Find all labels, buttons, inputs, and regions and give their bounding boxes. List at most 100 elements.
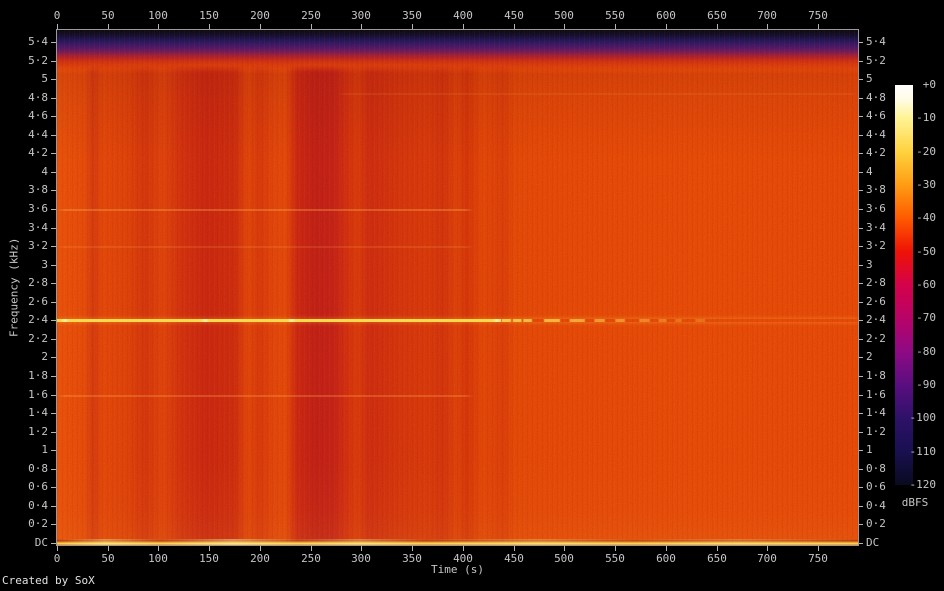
freq-tick-label: 1·2 bbox=[866, 425, 886, 438]
freq-tick-label: 3·4 bbox=[866, 221, 886, 234]
freq-tick-label: 3·8 bbox=[866, 183, 886, 196]
time-tick-label: 200 bbox=[250, 9, 270, 22]
freq-tick-label: 2·4 bbox=[28, 313, 48, 326]
freq-tick-label: 2·8 bbox=[28, 276, 48, 289]
time-tick-label: 750 bbox=[808, 9, 828, 22]
time-tick-label: 350 bbox=[402, 9, 422, 22]
freq-tick-label: 2 bbox=[41, 350, 48, 363]
dbfs-tick-label: -60 bbox=[916, 278, 936, 291]
time-tick bbox=[311, 546, 312, 551]
freq-tick-label: 5 bbox=[866, 72, 873, 85]
time-tick bbox=[615, 546, 616, 551]
freq-tick-label: 4·4 bbox=[866, 128, 886, 141]
freq-tick-label: 1·2 bbox=[28, 425, 48, 438]
time-tick-label: 150 bbox=[199, 9, 219, 22]
freq-tick-label: DC bbox=[866, 536, 880, 549]
time-tick bbox=[666, 546, 667, 551]
freq-tick-label: 5·4 bbox=[28, 35, 48, 48]
freq-tick-label: 4 bbox=[866, 165, 873, 178]
time-tick bbox=[818, 546, 819, 551]
x-axis-title: Time (s) bbox=[431, 563, 484, 576]
freq-tick-label: 3·2 bbox=[866, 239, 886, 252]
freq-tick-label: 0·2 bbox=[28, 517, 48, 530]
freq-tick-label: 4·6 bbox=[28, 109, 48, 122]
freq-tick-label: 2·2 bbox=[866, 332, 886, 345]
freq-tick-label: 1·4 bbox=[866, 406, 886, 419]
dbfs-tick-label: -40 bbox=[916, 211, 936, 225]
freq-tick-label: 3·4 bbox=[28, 221, 48, 234]
freq-tick-label: 1·6 bbox=[28, 388, 48, 401]
time-tick bbox=[158, 546, 159, 551]
freq-tick-label: 4·8 bbox=[28, 91, 48, 104]
freq-tick-label: 0·8 bbox=[866, 462, 886, 475]
freq-tick-label: 2·8 bbox=[866, 276, 886, 289]
time-tick-label: 500 bbox=[554, 9, 574, 22]
time-tick bbox=[209, 546, 210, 551]
x-axis-top: 0 50 100 150 200 250 300 350 400 450 500 550 600 650 7… bbox=[53, 0, 858, 29]
freq-tick-label: 0·4 bbox=[866, 499, 886, 512]
dbfs-tick-label: -90 bbox=[916, 378, 936, 391]
time-tick-label: 250 bbox=[301, 9, 321, 22]
time-tick bbox=[260, 546, 261, 551]
y-axis-left: 5·4 5·2 5 4·8 4·6 4·4 4·2 4 3·8 3·6 3·4 3·2 3 2·8 2·6 2… bbox=[0, 30, 56, 549]
dbfs-tick-label: +0 bbox=[922, 78, 936, 91]
time-tick bbox=[412, 546, 413, 551]
freq-tick-label: 3·6 bbox=[866, 202, 886, 215]
time-tick-label: 550 bbox=[605, 9, 625, 22]
dbfs-tick-label: -100 bbox=[909, 411, 937, 425]
dc-bright-line bbox=[57, 539, 858, 545]
time-tick-label: 300 bbox=[351, 9, 371, 22]
freq-tick-label: 3·6 bbox=[28, 202, 48, 215]
freq-tick-label: 0·6 bbox=[28, 480, 48, 493]
dbfs-tick-label: -70 bbox=[916, 311, 936, 325]
time-tick bbox=[767, 546, 768, 551]
freq-tick-label: 1·8 bbox=[866, 369, 886, 382]
freq-tick-label: 4·4 bbox=[28, 128, 48, 141]
time-tick-label: 100 bbox=[148, 9, 168, 22]
freq-tick-label: 2·4 bbox=[866, 313, 886, 326]
freq-tick-label: 5·4 bbox=[866, 35, 886, 48]
freq-tick-label: 3 bbox=[41, 258, 48, 271]
time-tick-label: 600 bbox=[656, 9, 676, 22]
dbfs-tick-label: -80 bbox=[916, 344, 936, 358]
dbfs-tick-label: -10 bbox=[916, 111, 936, 125]
time-tick-label: 700 bbox=[757, 9, 777, 22]
freq-tick-label: 1 bbox=[41, 443, 48, 456]
dbfs-tick-label: -120 bbox=[909, 478, 937, 491]
freq-tick-label: 2·6 bbox=[866, 295, 886, 308]
freq-tick-label: 4·2 bbox=[28, 146, 48, 159]
freq-tick-label: 1·8 bbox=[28, 369, 48, 382]
freq-tick-label: 0·4 bbox=[28, 499, 48, 512]
freq-tick-label: 0·6 bbox=[866, 480, 886, 493]
dbfs-tick-label: -110 bbox=[909, 444, 937, 458]
time-tick bbox=[108, 546, 109, 551]
time-tick bbox=[463, 546, 464, 551]
time-tick bbox=[514, 546, 515, 551]
freq-tick-label: 5·2 bbox=[866, 54, 886, 67]
time-tick bbox=[57, 546, 58, 551]
freq-tick-label: 2 bbox=[866, 350, 873, 363]
freq-tick-label: 3·8 bbox=[28, 183, 48, 196]
freq-tick-label: 2·2 bbox=[28, 332, 48, 345]
time-tick-label: 0 bbox=[53, 9, 61, 22]
freq-tick-label: 3 bbox=[866, 258, 873, 271]
time-tick-label: 650 bbox=[707, 9, 727, 22]
dbfs-tick-label: -50 bbox=[916, 244, 936, 258]
freq-tick-label: 4·8 bbox=[866, 91, 886, 104]
freq-tick-label: 1·6 bbox=[866, 388, 886, 401]
dbfs-tick-label: -20 bbox=[916, 144, 936, 158]
sox-credit: Created by SoX bbox=[2, 574, 95, 587]
freq-tick-label: 0·2 bbox=[866, 517, 886, 530]
freq-tick-label: 4·2 bbox=[866, 146, 886, 159]
freq-tick-label: DC bbox=[34, 536, 48, 549]
time-tick bbox=[361, 546, 362, 551]
freq-tick-label: 1 bbox=[866, 443, 873, 456]
noise-texture bbox=[57, 30, 858, 545]
time-tick bbox=[564, 546, 565, 551]
spectrogram-plot bbox=[56, 29, 859, 546]
freq-tick-label: 5 bbox=[41, 72, 48, 85]
freq-tick-label: 2·6 bbox=[28, 295, 48, 308]
y-axis-right: 5·4 5·2 5 4·8 4·6 4·4 4·2 4 3·8 3·6 3·4 3·2 3 2·8 2·6 2… bbox=[858, 30, 898, 549]
freq-tick-label: 1·4 bbox=[28, 406, 48, 419]
freq-tick-label: 4 bbox=[41, 165, 48, 178]
